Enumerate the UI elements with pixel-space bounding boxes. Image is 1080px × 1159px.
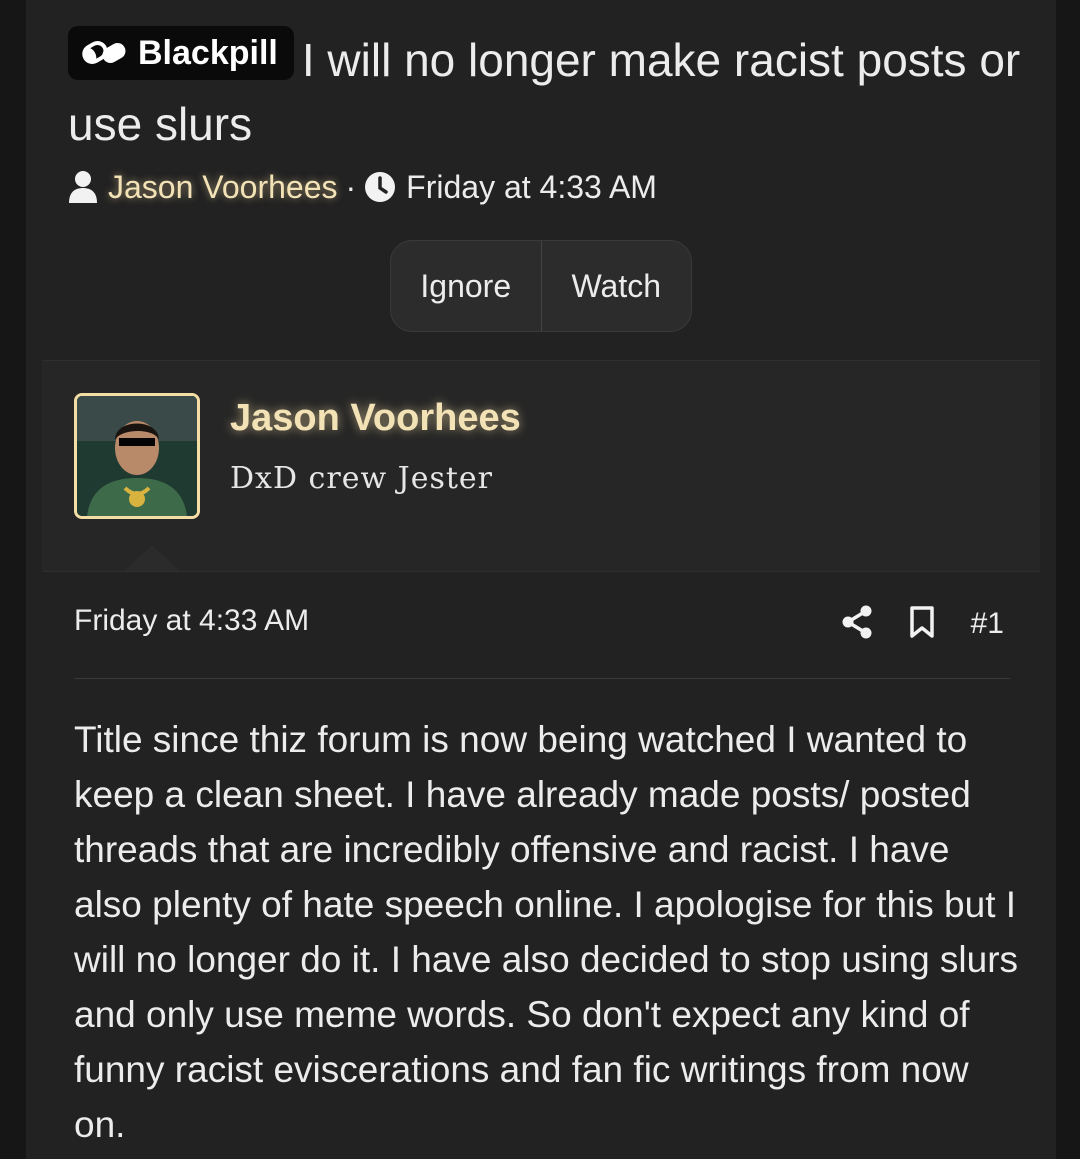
avatar[interactable] [74,393,200,519]
ignore-button[interactable]: Ignore [391,241,541,331]
post-divider [74,678,1010,679]
thread-date[interactable]: Friday at 4:33 AM [406,169,657,206]
post-number-link[interactable]: #1 [971,607,1004,641]
thread-actions: Ignore Watch [390,240,692,332]
post-user-title: DxD crew Jester [230,461,493,496]
watch-button[interactable]: Watch [542,241,692,331]
panel-arrow [124,545,180,571]
post-date[interactable]: Friday at 4:33 AM [74,604,309,638]
thread-page: Blackpill I will no longer make racist p… [26,0,1056,1159]
clock-icon [364,171,396,203]
post-user-panel: Jason Voorhees DxD crew Jester [42,360,1040,572]
user-icon [68,170,98,204]
post-actions: #1 [841,600,1004,648]
share-icon[interactable] [841,605,873,644]
pill-icon [82,34,128,72]
meta-separator: · [345,168,357,205]
post-body: Title since thiz forum is now being watc… [74,719,1019,1145]
thread-author-link[interactable]: Jason Voorhees [108,169,338,206]
thread-prefix-badge[interactable]: Blackpill [68,26,294,80]
thread-title-block: Blackpill I will no longer make racist p… [68,26,1028,156]
bookmark-icon[interactable] [909,605,935,644]
thread-meta: Jason Voorhees · Friday at 4:33 AM [68,164,657,210]
thread-prefix-label: Blackpill [138,34,278,72]
post-username[interactable]: Jason Voorhees [230,397,521,440]
